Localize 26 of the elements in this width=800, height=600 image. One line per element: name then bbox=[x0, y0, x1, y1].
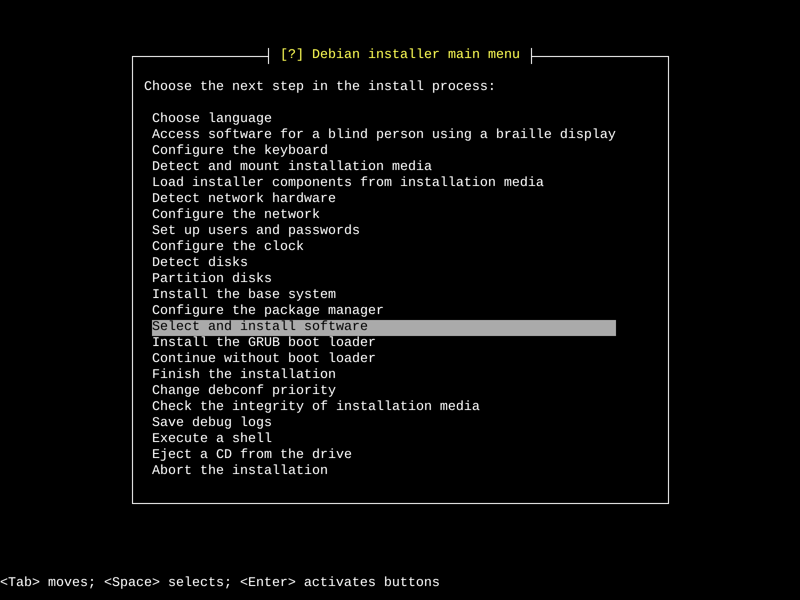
menu-item[interactable]: Choose language bbox=[152, 112, 616, 128]
menu-item[interactable]: Execute a shell bbox=[152, 432, 616, 448]
menu-item[interactable]: Install the GRUB boot loader bbox=[152, 336, 616, 352]
menu-item[interactable]: Install the base system bbox=[152, 288, 616, 304]
menu-item[interactable]: Detect disks bbox=[152, 256, 616, 272]
menu-item[interactable]: Detect and mount installation media bbox=[152, 160, 616, 176]
menu-item[interactable]: Eject a CD from the drive bbox=[152, 448, 616, 464]
menu-item[interactable]: Set up users and passwords bbox=[152, 224, 616, 240]
menu-item[interactable]: Configure the clock bbox=[152, 240, 616, 256]
menu-item[interactable]: Configure the network bbox=[152, 208, 616, 224]
menu-item[interactable]: Check the integrity of installation media bbox=[152, 400, 616, 416]
menu-item[interactable]: Save debug logs bbox=[152, 416, 616, 432]
menu-item[interactable]: Detect network hardware bbox=[152, 192, 616, 208]
prompt-text: Choose the next step in the install process: bbox=[144, 80, 496, 96]
menu-item[interactable]: Access software for a blind person using a braille display bbox=[152, 128, 616, 144]
menu-item[interactable]: Partition disks bbox=[152, 272, 616, 288]
menu-item[interactable]: Configure the package manager bbox=[152, 304, 616, 320]
menu-item[interactable]: Finish the installation bbox=[152, 368, 616, 384]
menu-item[interactable]: Abort the installation bbox=[152, 464, 616, 480]
menu-item[interactable]: Configure the keyboard bbox=[152, 144, 616, 160]
menu-item[interactable]: Load installer components from installation media bbox=[152, 176, 616, 192]
key-hint-text: <Tab> moves; <Space> selects; <Enter> activates buttons bbox=[0, 576, 440, 592]
menu-item[interactable]: Select and install software bbox=[152, 320, 616, 336]
menu-item[interactable]: Change debconf priority bbox=[152, 384, 616, 400]
menu-item[interactable]: Continue without boot loader bbox=[152, 352, 616, 368]
dialog-title: [?] Debian installer main menu bbox=[268, 48, 532, 64]
